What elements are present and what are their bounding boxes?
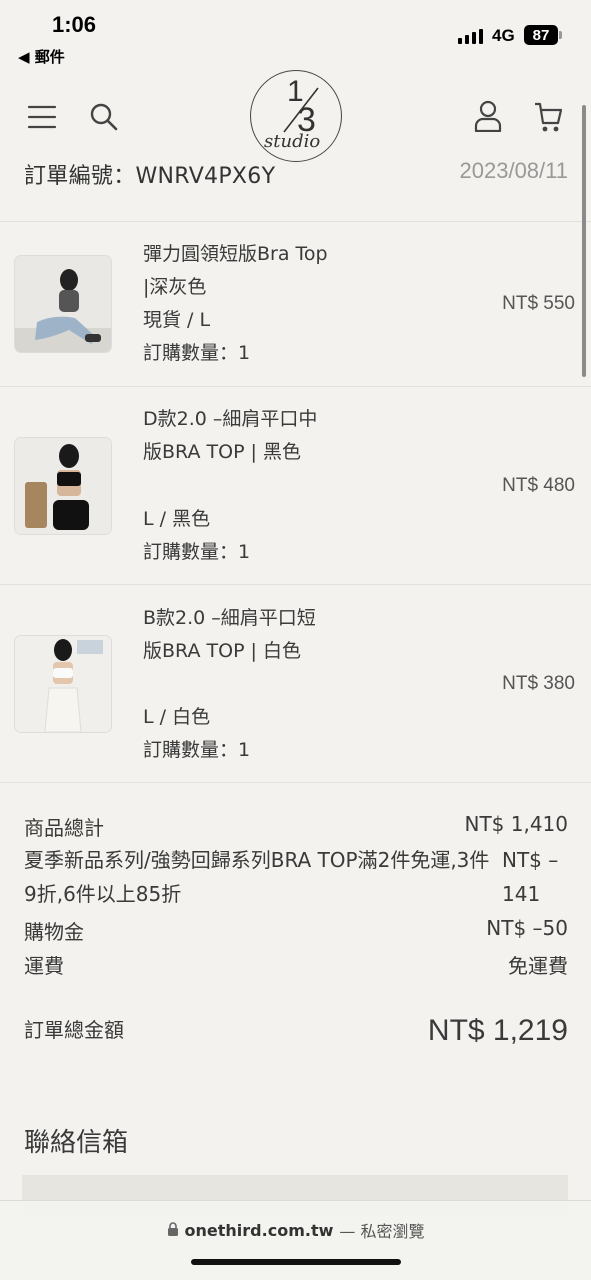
item-name[interactable]: B款2.0 –細肩平口短版BRA TOP | 白色: [143, 602, 328, 668]
divider: [0, 386, 591, 387]
credit-label: 購物金: [24, 920, 84, 944]
url-domain: onethird.com.tw: [184, 1220, 334, 1240]
url-row[interactable]: onethird.com.tw — 私密瀏覽: [0, 1218, 591, 1242]
item-quantity: 訂購數量：1: [143, 541, 251, 563]
status-time: 1:06: [52, 12, 97, 37]
product-image-3[interactable]: [15, 636, 111, 732]
credit-value: NT$ –50: [486, 916, 568, 940]
shipping-value: 免運費: [508, 954, 568, 978]
logo-text: studio: [264, 131, 321, 152]
item-quantity: 訂購數量：1: [143, 342, 251, 364]
network-type: 4G: [492, 26, 515, 45]
lock-icon: [167, 1221, 179, 1240]
user-icon[interactable]: [472, 99, 504, 133]
menu-icon[interactable]: [26, 102, 58, 132]
product-image-1[interactable]: [15, 256, 111, 352]
studio-logo[interactable]: 1 3 studio: [250, 70, 342, 162]
private-browsing-label: — 私密瀏覽: [339, 1222, 425, 1241]
contact-email-heading: 聯絡信箱: [24, 1128, 129, 1158]
item-variant: 現貨 / L: [143, 309, 211, 331]
discount-value: NT$ –141: [502, 848, 559, 906]
item-price: NT$ 550: [502, 293, 575, 314]
battery-indicator: 87: [524, 25, 558, 45]
divider: [0, 782, 591, 783]
divider: [0, 584, 591, 585]
item-variant: L / 黑色: [143, 508, 211, 530]
home-indicator[interactable]: [191, 1259, 401, 1265]
subtotal-value: NT$ 1,410: [464, 812, 568, 836]
item-price: NT$ 480: [502, 475, 575, 496]
order-date: 2023/08/11: [459, 158, 568, 183]
order-total-value: NT$ 1,219: [427, 1014, 568, 1047]
item-name[interactable]: 彈力圓領短版Bra Top |深灰色: [143, 238, 328, 304]
scrollbar[interactable]: [582, 105, 586, 377]
cellular-signal-icon: [458, 28, 483, 44]
item-variant: L / 白色: [143, 706, 211, 728]
item-name[interactable]: D款2.0 –細肩平口中版BRA TOP | 黑色: [143, 403, 328, 469]
battery-tip: [559, 31, 562, 39]
divider: [0, 221, 591, 222]
shipping-label: 運費: [24, 954, 64, 978]
discount-label: 夏季新品系列/強勢回歸系列BRA TOP滿2件免運,3件9折,6件以上85折: [24, 848, 490, 906]
order-number: 訂單編號：WNRV4PX6Y: [24, 164, 276, 189]
search-icon[interactable]: [88, 101, 120, 133]
cart-icon[interactable]: [532, 100, 564, 134]
order-total-label: 訂單總金額: [24, 1018, 124, 1042]
subtotal-label: 商品總計: [24, 816, 104, 840]
back-to-mail-button[interactable]: ◀ 郵件: [18, 46, 65, 67]
item-price: NT$ 380: [502, 673, 575, 694]
item-quantity: 訂購數量：1: [143, 739, 251, 761]
product-image-2[interactable]: [15, 438, 111, 534]
